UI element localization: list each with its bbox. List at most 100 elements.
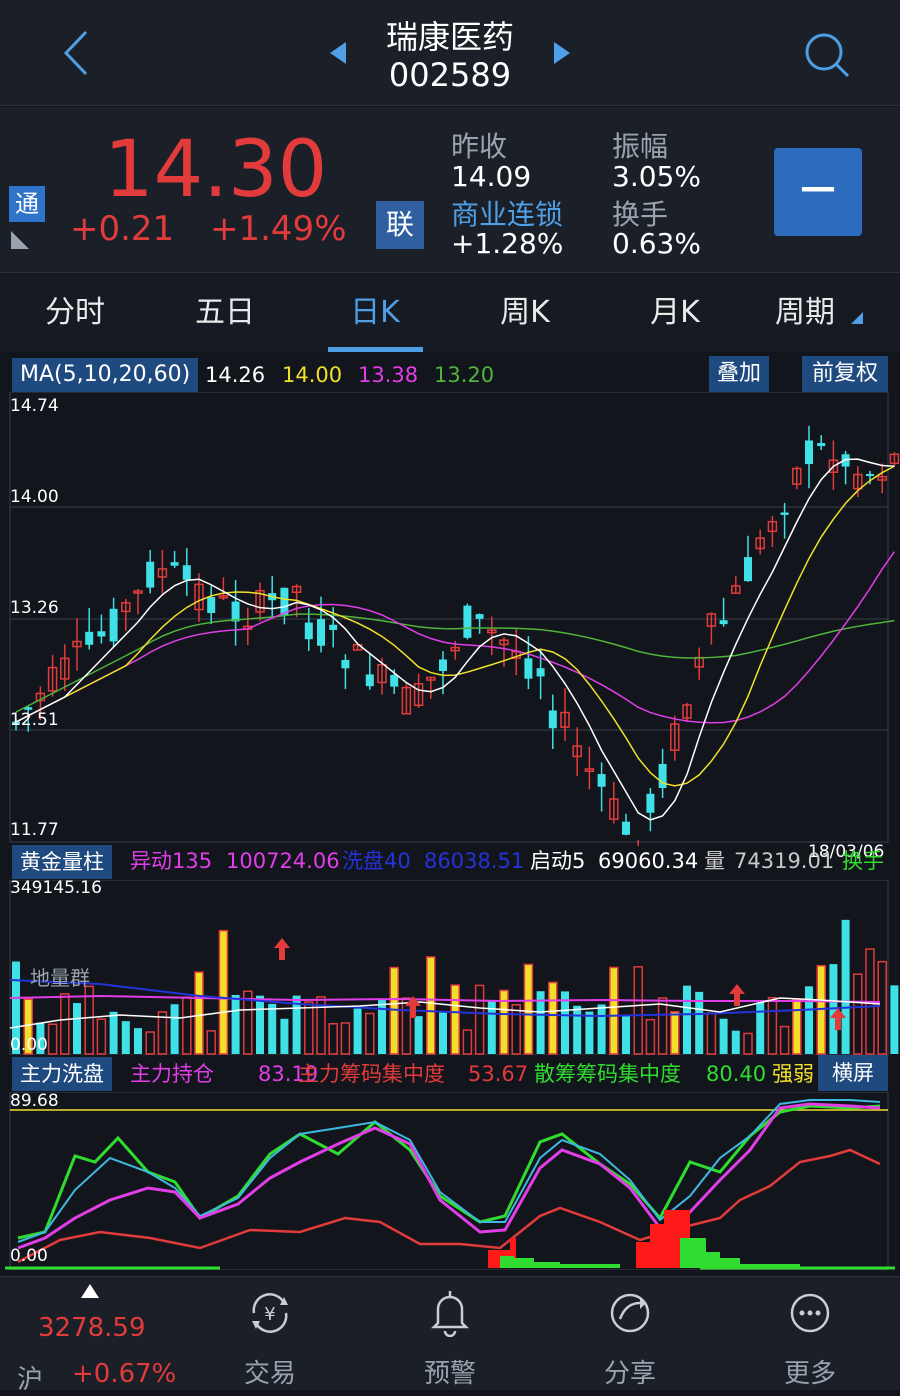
volume-indicator-label[interactable]: 黄金量柱 xyxy=(12,845,112,879)
candle-body xyxy=(622,821,630,835)
volume-bar-up xyxy=(365,1012,375,1055)
tab-five-day[interactable]: 五日 xyxy=(150,273,300,353)
candle-body xyxy=(170,562,179,566)
candle-body xyxy=(329,624,338,630)
price-change-pct: +1.49% xyxy=(210,209,347,249)
amplitude-label: 振幅 xyxy=(612,130,669,163)
volume-bar-up xyxy=(474,984,485,1055)
volume-bar-up xyxy=(401,997,412,1055)
volume-bar-down xyxy=(353,1008,362,1054)
nav-more-label: 更多 xyxy=(783,1359,836,1389)
tab-daily-k[interactable]: 日K xyxy=(300,273,450,353)
volume-bar-gold xyxy=(426,956,436,1055)
candle-body xyxy=(146,561,155,588)
search-icon[interactable] xyxy=(800,28,852,80)
up-arrow-marker xyxy=(274,938,290,960)
amplitude-value: 3.05% xyxy=(612,160,701,193)
zhuli-red-block xyxy=(636,1242,650,1268)
volume-bar-gold xyxy=(450,984,460,1055)
qidong-value: 69060.34 xyxy=(598,849,699,873)
chart-area[interactable]: MA(5,10,20,60) 14.26 14.00 13.38 13.20 叠… xyxy=(0,352,900,1272)
tab-weekly-k[interactable]: 周K xyxy=(450,273,600,353)
volume-ma-pink xyxy=(9,994,881,1003)
qiangruo-label: 强弱 xyxy=(772,1062,814,1086)
volume-chart[interactable] xyxy=(0,880,900,1055)
candle-body xyxy=(744,557,752,582)
candle-body xyxy=(866,474,874,477)
volume-bar-up xyxy=(657,997,668,1055)
yidong-value: 100724.06 xyxy=(226,849,340,873)
volume-bottom-value: 0.00 xyxy=(10,1035,48,1055)
candle-body xyxy=(231,601,240,622)
liang-value: 74319.01 xyxy=(734,849,835,873)
volume-bar-up xyxy=(779,1025,790,1055)
volume-bar-down xyxy=(73,1003,81,1054)
volume-bar-down xyxy=(585,1011,594,1054)
candle-body xyxy=(463,605,472,638)
nav-more[interactable]: 更多 xyxy=(720,1277,900,1391)
volume-bar-up xyxy=(853,973,863,1055)
zhuli-chart[interactable] xyxy=(0,1092,900,1270)
candle-body xyxy=(207,597,216,614)
ma60-line xyxy=(15,613,895,713)
candle-body xyxy=(317,619,325,646)
tong-badge[interactable]: 通 xyxy=(9,186,45,222)
ma10-line xyxy=(15,465,895,787)
jizhong-value: 53.67 xyxy=(468,1062,529,1086)
volume-bar-up xyxy=(877,960,887,1055)
adjust-button[interactable]: 前复权 xyxy=(802,356,888,392)
candle-body xyxy=(341,659,350,669)
index-change: +0.67% xyxy=(72,1359,177,1389)
sanchou-value: 80.40 xyxy=(706,1062,767,1086)
nav-share[interactable]: 分享 xyxy=(540,1277,720,1391)
volume-top-value: 349145.16 xyxy=(10,878,102,898)
index-quote[interactable]: 3278.59 沪 +0.67% xyxy=(0,1277,180,1395)
nav-trade-label: 交易 xyxy=(243,1359,296,1389)
kline-chart[interactable] xyxy=(0,392,900,846)
volume-bar-down xyxy=(280,1018,289,1054)
zhuli-indicator-label[interactable]: 主力洗盘 xyxy=(12,1057,112,1091)
prev-stock-icon[interactable] xyxy=(328,40,350,66)
volume-bar-up xyxy=(47,1023,58,1055)
candle-body xyxy=(85,631,94,645)
volume-bar-down xyxy=(683,985,691,1054)
zhuli-green-block xyxy=(500,1256,514,1268)
candle-body xyxy=(439,659,447,671)
zhuli-bottom-value: 0.00 xyxy=(10,1246,48,1266)
tab-intraday[interactable]: 分时 xyxy=(0,273,150,353)
zhuli-green-block xyxy=(706,1252,720,1268)
zhuli-red-block xyxy=(650,1224,664,1268)
volume-bar-up xyxy=(511,1004,521,1055)
kline-y-label-4: 12.51 xyxy=(10,710,59,730)
next-stock-icon[interactable] xyxy=(550,40,572,66)
back-arrow-icon[interactable] xyxy=(56,28,96,78)
stock-name: 瑞康医药 xyxy=(385,18,514,56)
diliang-annotation: 地量群 xyxy=(30,966,90,990)
volume-bar-up xyxy=(743,1032,753,1055)
nav-trade[interactable]: ¥ 交易 xyxy=(180,1277,360,1391)
volume-ma-blue xyxy=(9,979,881,1018)
candle-body xyxy=(548,710,557,729)
candle-body xyxy=(182,565,191,580)
chicang-blue-line xyxy=(17,1099,881,1243)
volume-bar-down xyxy=(622,1015,630,1054)
period-dropdown-icon[interactable] xyxy=(850,311,864,325)
liang-label: 量 xyxy=(704,849,725,873)
up-arrow-marker xyxy=(729,984,745,1006)
lian-badge[interactable]: 联 xyxy=(376,201,424,249)
xipan-label: 洗盘40 xyxy=(342,849,411,873)
candle-body xyxy=(536,668,545,677)
overlay-button[interactable]: 叠加 xyxy=(709,356,770,392)
nav-alert[interactable]: 预警 xyxy=(360,1277,540,1391)
volume-bar-gold xyxy=(792,998,802,1055)
landscape-button[interactable]: 横屏 xyxy=(818,1055,888,1091)
remove-watchlist-button[interactable]: — xyxy=(774,148,862,236)
tab-monthly-k[interactable]: 月K xyxy=(600,273,750,353)
prev-close-value: 14.09 xyxy=(451,160,532,193)
volume-bar-down xyxy=(841,919,850,1054)
volume-bar-up xyxy=(96,1018,107,1055)
volume-bar-down xyxy=(134,1028,142,1054)
ma-indicator-label[interactable]: MA(5,10,20,60) xyxy=(12,358,199,392)
up-arrow-icon xyxy=(81,1284,99,1298)
volume-bar-up xyxy=(462,1029,473,1055)
